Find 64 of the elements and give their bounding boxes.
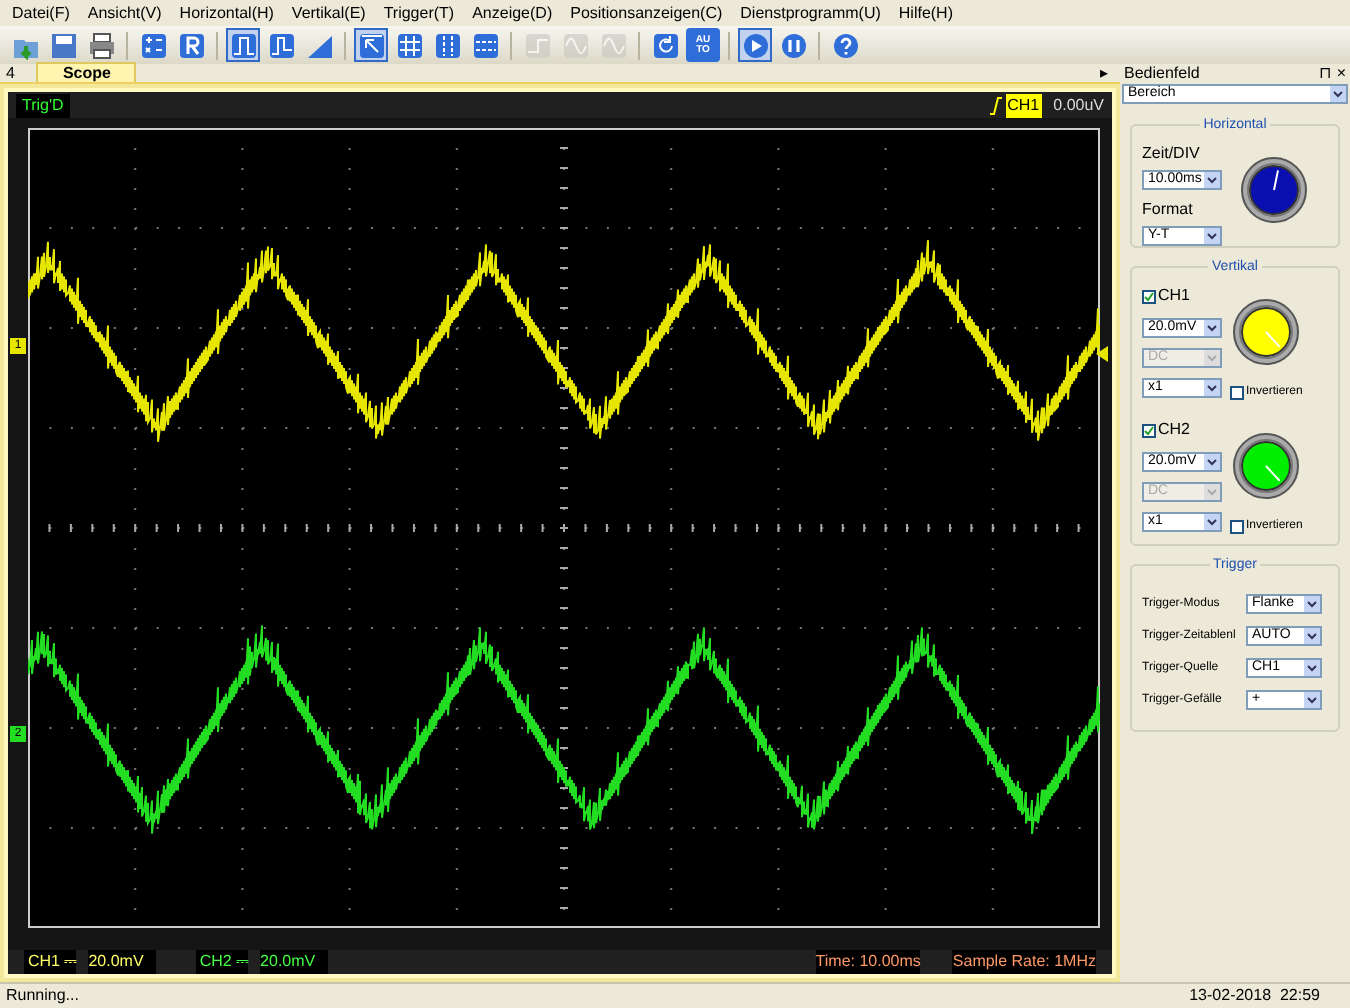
dropdown-arrow-icon[interactable] bbox=[1303, 660, 1319, 676]
pause-button[interactable] bbox=[776, 28, 810, 62]
trigger-channel-badge: CH1 bbox=[1005, 93, 1042, 117]
status-message: Running... bbox=[6, 984, 79, 1008]
sample-rate: Sample Rate: 1MHz bbox=[952, 950, 1096, 974]
pin-button[interactable]: ⊓ bbox=[1318, 61, 1331, 85]
invert-checkbox[interactable] bbox=[1230, 386, 1244, 400]
dropdown-arrow-icon[interactable] bbox=[1203, 514, 1219, 530]
field-label: Zeit/DIV bbox=[1142, 142, 1202, 166]
horizontal-lines-button[interactable] bbox=[468, 28, 502, 62]
help-button[interactable] bbox=[828, 28, 862, 62]
dropdown-arrow-icon[interactable] bbox=[1329, 86, 1345, 102]
channel-scale: 20.0mV bbox=[88, 950, 156, 974]
channel-checkbox[interactable] bbox=[1142, 423, 1156, 437]
vertical-lines-button[interactable] bbox=[430, 28, 464, 62]
channel-label: CH2 ⎓ bbox=[195, 950, 249, 974]
menu-item[interactable]: Horizontal(H) bbox=[179, 1, 274, 25]
ref-button[interactable] bbox=[174, 28, 208, 62]
trigger-level-marker bbox=[1096, 346, 1108, 362]
dropdown-arrow-icon[interactable] bbox=[1203, 320, 1219, 336]
trigger-level: 0.00uV bbox=[1053, 93, 1104, 117]
refresh-button[interactable] bbox=[648, 28, 682, 62]
floppy-button[interactable] bbox=[46, 28, 80, 62]
grid-button[interactable] bbox=[392, 28, 426, 62]
knob[interactable] bbox=[1238, 154, 1310, 226]
menu-item[interactable]: Anzeige(D) bbox=[472, 1, 553, 25]
tab-scroll-right[interactable]: ▸ bbox=[1088, 64, 1120, 82]
status-datetime: 13-02-2018 22:59 bbox=[1189, 984, 1320, 1008]
channel-label: CH1 ⎓ bbox=[24, 950, 77, 974]
trigger-status: Trig'D bbox=[16, 93, 70, 117]
checkbox-label: CH2 bbox=[1158, 418, 1191, 442]
knob[interactable] bbox=[1230, 296, 1303, 368]
menu-item[interactable]: Vertikal(E) bbox=[291, 1, 366, 25]
panel-title: Bedienfeld bbox=[1124, 61, 1202, 85]
menu-item[interactable]: Positionsanzeigen(C) bbox=[570, 1, 723, 25]
pulse-button[interactable] bbox=[264, 28, 298, 62]
math-button[interactable] bbox=[136, 28, 170, 62]
printer-button[interactable] bbox=[84, 28, 118, 62]
dropdown-arrow-icon[interactable] bbox=[1203, 454, 1219, 470]
menu-item[interactable]: Ansicht(V) bbox=[87, 1, 162, 25]
dropdown-arrow-icon[interactable] bbox=[1203, 380, 1219, 396]
menu-item[interactable]: Datei(F) bbox=[12, 1, 70, 25]
scope-tab[interactable]: Scope bbox=[36, 62, 137, 82]
close-button[interactable]: × bbox=[1336, 61, 1346, 85]
play-button[interactable] bbox=[738, 28, 772, 62]
menu-item[interactable]: Dienstprogramm(U) bbox=[740, 1, 881, 25]
dropdown-arrow-icon[interactable] bbox=[1303, 692, 1319, 708]
channel-checkbox[interactable] bbox=[1142, 289, 1156, 303]
menu-item[interactable]: Trigger(T) bbox=[383, 1, 455, 25]
time-scale: Time: 10.00ms bbox=[815, 950, 921, 974]
knob[interactable] bbox=[1230, 430, 1303, 502]
invert-checkbox[interactable] bbox=[1230, 520, 1244, 534]
field-label: Format bbox=[1142, 198, 1195, 222]
dropdown-arrow-icon[interactable] bbox=[1303, 628, 1319, 644]
pulse-button[interactable] bbox=[226, 28, 260, 62]
channel-scale: 20.0mV bbox=[260, 950, 328, 974]
tab-scroll-left[interactable]: 4 bbox=[0, 64, 21, 82]
checkbox-label: CH1 bbox=[1158, 284, 1191, 308]
cursor-button[interactable] bbox=[354, 28, 388, 62]
menu-item[interactable]: Hilfe(H) bbox=[898, 1, 953, 25]
rising-edge-icon bbox=[989, 95, 1002, 115]
dropdown-arrow-icon[interactable] bbox=[1203, 228, 1219, 244]
dropdown-arrow-icon[interactable] bbox=[1303, 596, 1319, 612]
dropdown-arrow-icon[interactable] bbox=[1203, 172, 1219, 188]
